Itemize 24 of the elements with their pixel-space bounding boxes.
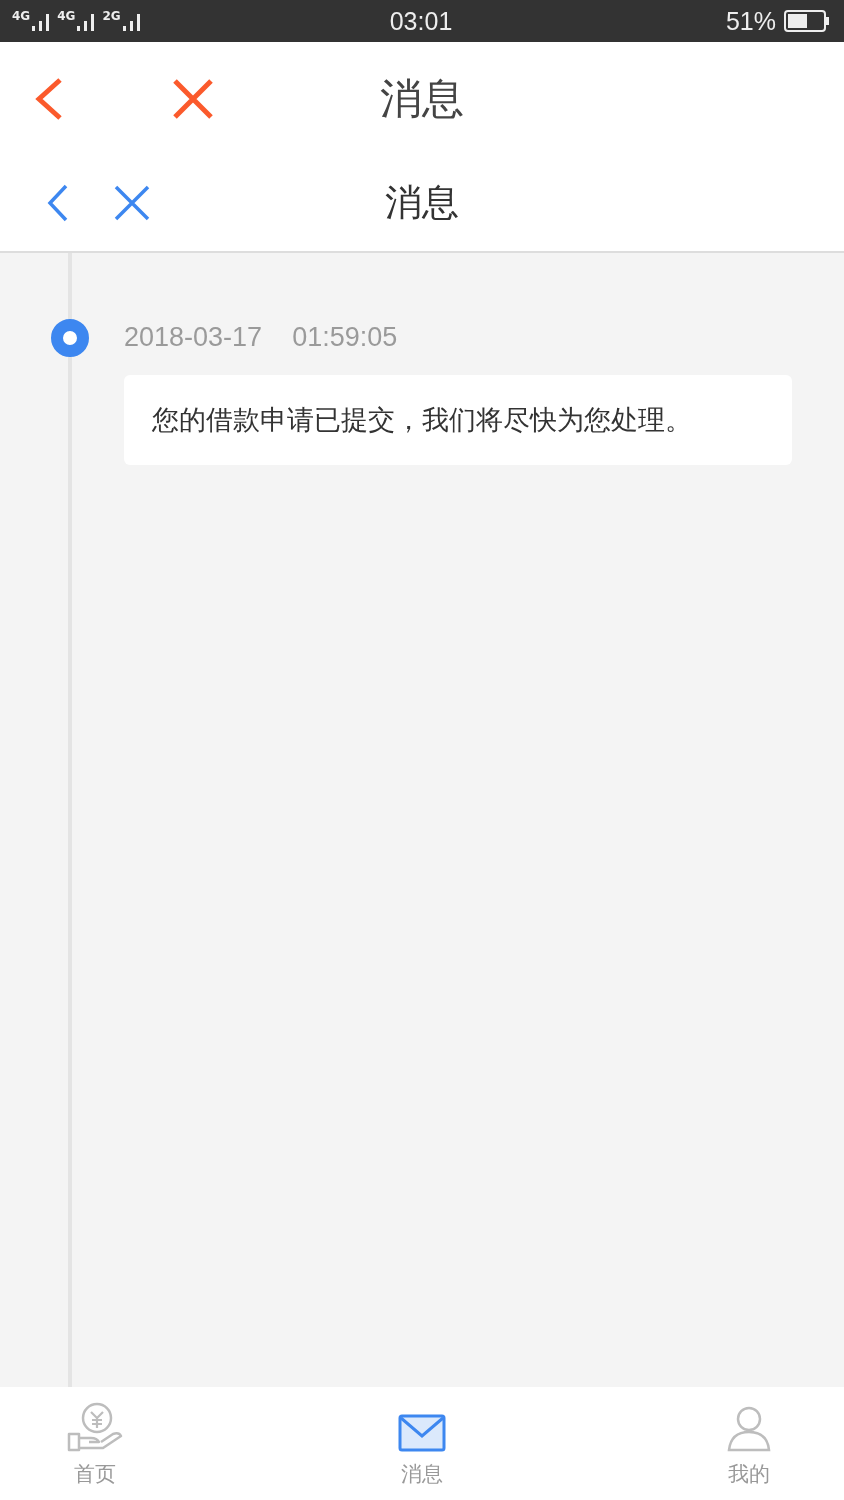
tab-item[interactable]: 消息 xyxy=(390,1387,454,1500)
hand-coin-icon xyxy=(67,1402,123,1452)
network-label: 2G xyxy=(102,10,121,22)
message-time: 01:59:05 xyxy=(292,321,398,353)
page-title: 消息 xyxy=(379,72,465,125)
network-label: 4G xyxy=(57,10,76,22)
tab-item[interactable]: 我的 xyxy=(717,1387,781,1500)
network-label: 4G xyxy=(12,10,31,22)
message-text: 您的借款申请已提交，我们将尽快为您处理。 xyxy=(152,404,692,435)
person-icon xyxy=(727,1406,771,1452)
tab-item[interactable]: 首页 xyxy=(63,1387,127,1500)
battery-icon xyxy=(784,10,830,32)
page-title: 消息 xyxy=(384,180,460,226)
close-icon[interactable] xyxy=(114,185,150,221)
back-icon[interactable] xyxy=(34,76,64,121)
back-icon[interactable] xyxy=(46,184,70,222)
tab-label: 首页 xyxy=(74,1461,116,1488)
status-time: 03:01 xyxy=(389,6,453,36)
envelope-icon xyxy=(398,1414,446,1452)
tab-label: 消息 xyxy=(401,1461,443,1488)
message-date: 2018-03-17 xyxy=(124,321,263,353)
close-icon[interactable] xyxy=(172,77,214,120)
tab-label: 我的 xyxy=(728,1461,770,1488)
battery-percent: 51% xyxy=(725,6,776,36)
